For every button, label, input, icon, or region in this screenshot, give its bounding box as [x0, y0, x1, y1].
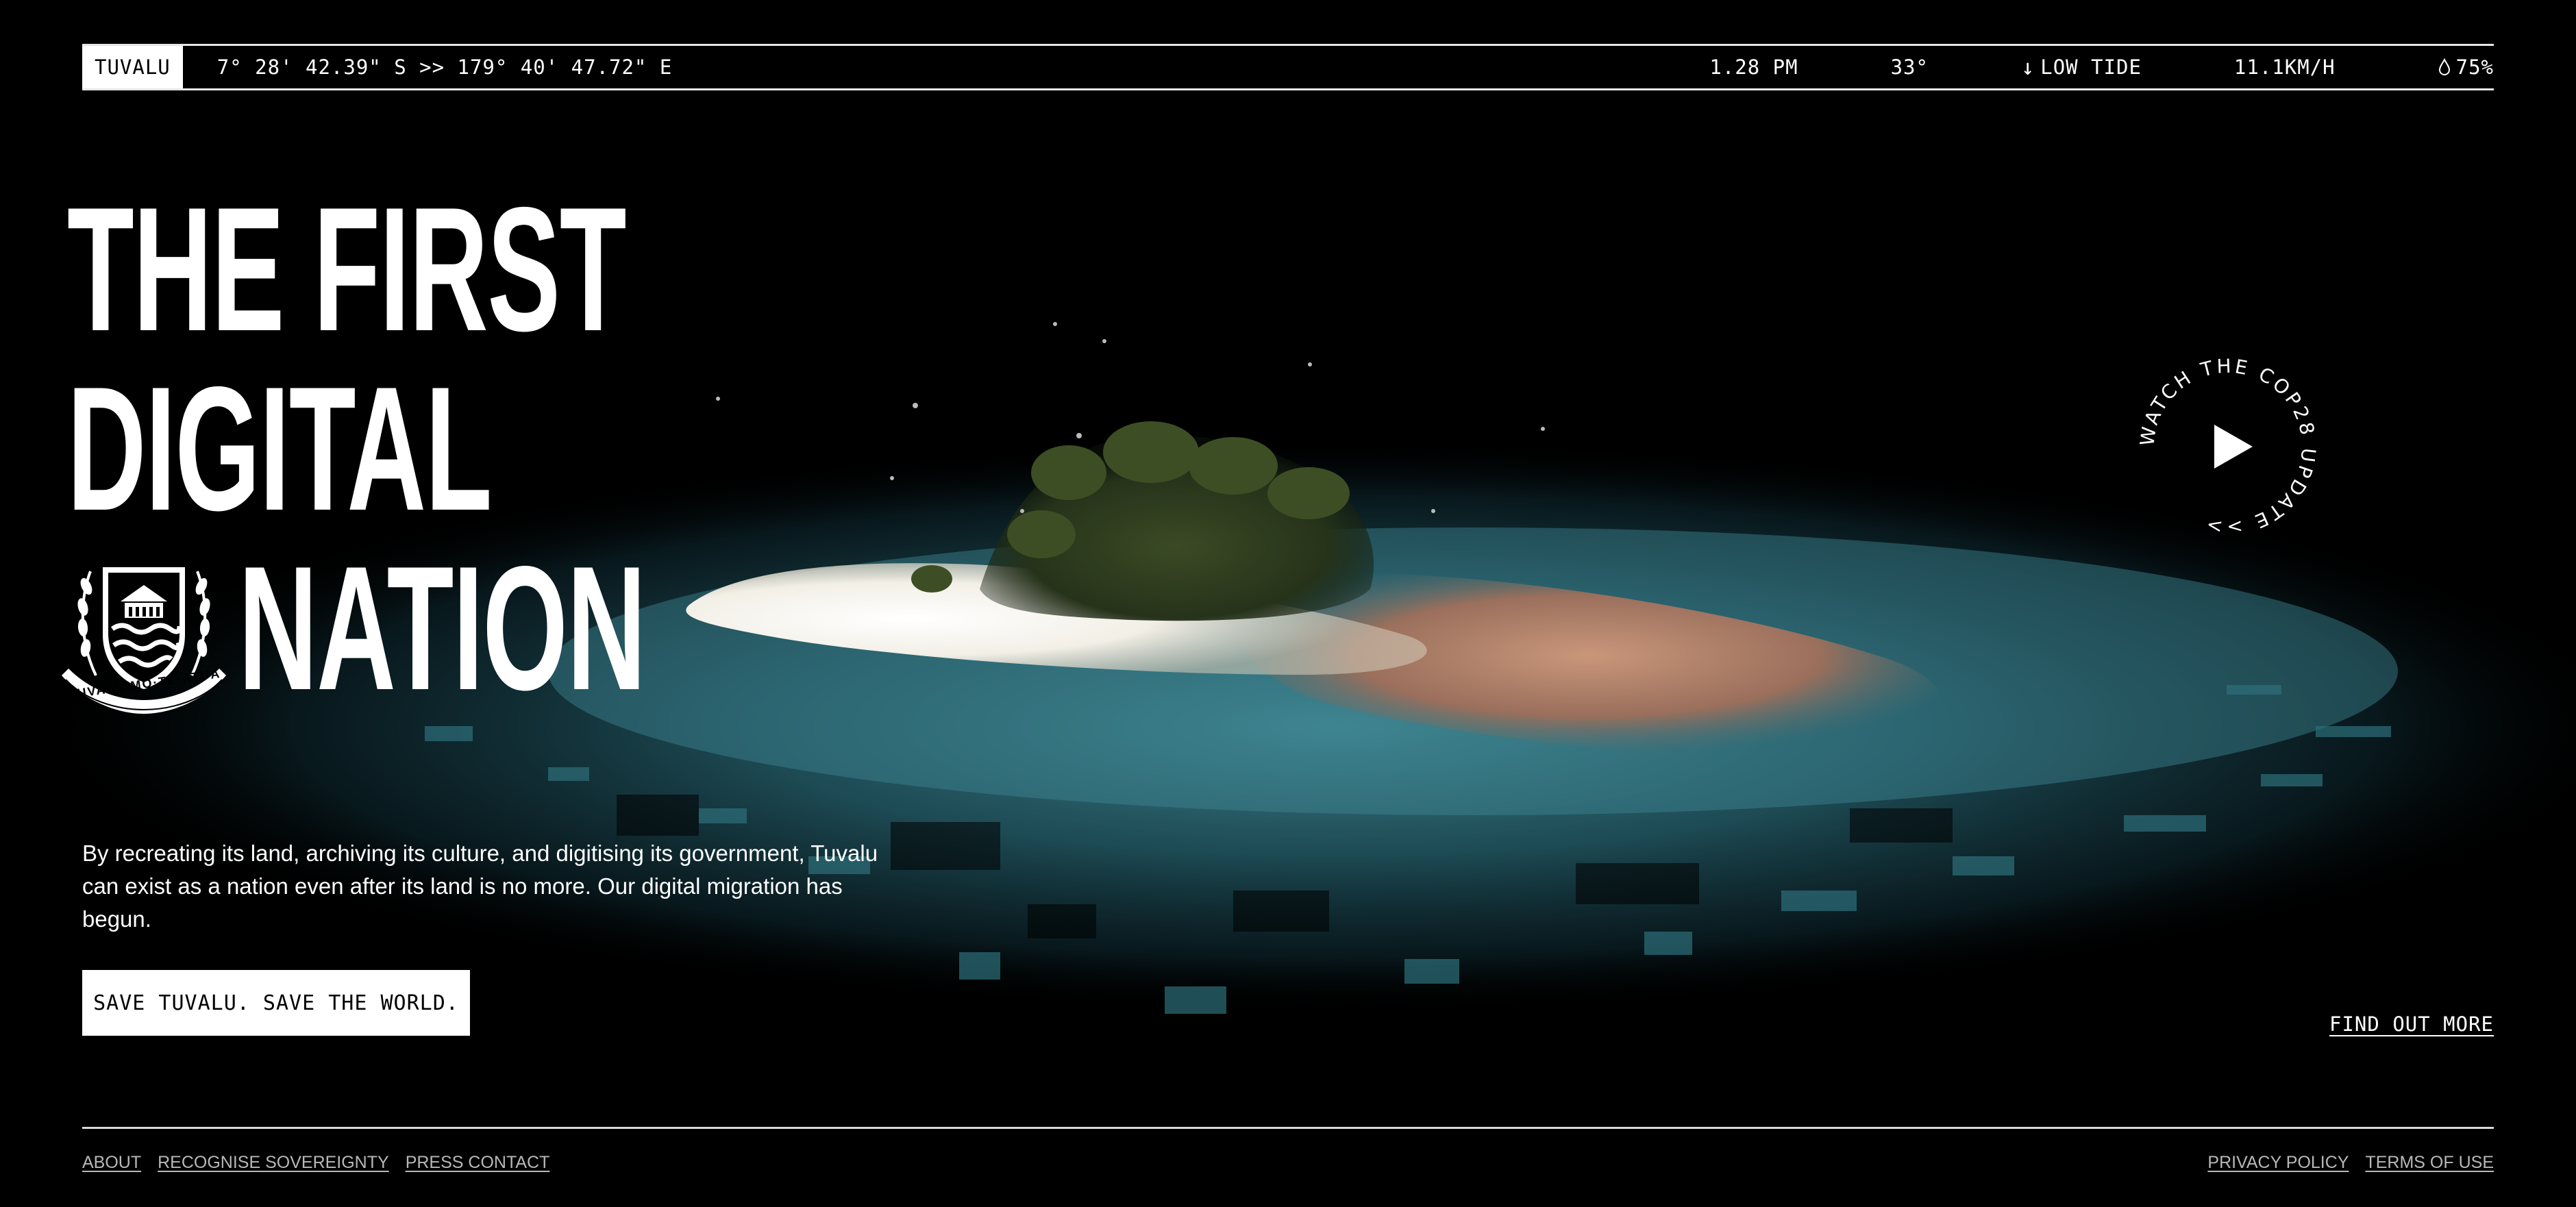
footer: ABOUT RECOGNISE SOVEREIGNTY PRESS CONTAC…: [82, 1153, 2494, 1173]
country-label: TUVALU: [82, 46, 183, 88]
footer-divider: [82, 1127, 2494, 1129]
temperature: 33°: [1890, 55, 1929, 79]
tide-status: ↓ LOW TIDE: [2021, 54, 2142, 80]
footer-link-press-contact[interactable]: PRESS CONTACT: [406, 1153, 550, 1173]
hero-headline: THE FIRST DIGITAL NATION: [62, 170, 968, 727]
humidity: 75%: [2438, 55, 2494, 79]
find-out-more-link[interactable]: FIND OUT MORE: [2329, 1012, 2494, 1036]
tide-label: LOW TIDE: [2040, 55, 2142, 79]
headline-line-2: DIGITAL: [67, 349, 492, 547]
coordinates: 7° 28' 42.39" S >> 179° 40' 47.72" E: [216, 55, 673, 79]
status-metrics: 1.28 PM 33° ↓ LOW TIDE 11.1KM/H 75%: [1709, 54, 2494, 80]
headline-row-3: NATION: [62, 529, 968, 727]
footer-legal-links: PRIVACY POLICY TERMS OF USE: [2207, 1153, 2494, 1173]
local-time: 1.28 PM: [1709, 55, 1798, 79]
status-bar: TUVALU 7° 28' 42.39" S >> 179° 40' 47.72…: [82, 44, 2494, 90]
headline-line-1: THE FIRST: [67, 170, 627, 368]
watch-cop28-update-badge[interactable]: WATCH THE COP28 UPDATE >>: [2139, 358, 2317, 536]
play-icon[interactable]: [2214, 425, 2253, 469]
footer-link-about[interactable]: ABOUT: [82, 1153, 141, 1173]
intro-paragraph: By recreating its land, archiving its cu…: [82, 841, 878, 932]
footer-link-privacy-policy[interactable]: PRIVACY POLICY: [2207, 1153, 2349, 1173]
down-arrow-icon: ↓: [2020, 54, 2035, 80]
save-tuvalu-button[interactable]: SAVE TUVALU. SAVE THE WORLD.: [82, 970, 470, 1036]
footer-link-recognise-sovereignty[interactable]: RECOGNISE SOVEREIGNTY: [158, 1153, 389, 1173]
wind-speed: 11.1KM/H: [2233, 55, 2336, 79]
headline-line-3: NATION: [238, 529, 646, 727]
footer-link-terms-of-use[interactable]: TERMS OF USE: [2365, 1153, 2494, 1173]
humidity-value: 75%: [2455, 55, 2494, 79]
water-drop-icon: [2438, 58, 2450, 75]
